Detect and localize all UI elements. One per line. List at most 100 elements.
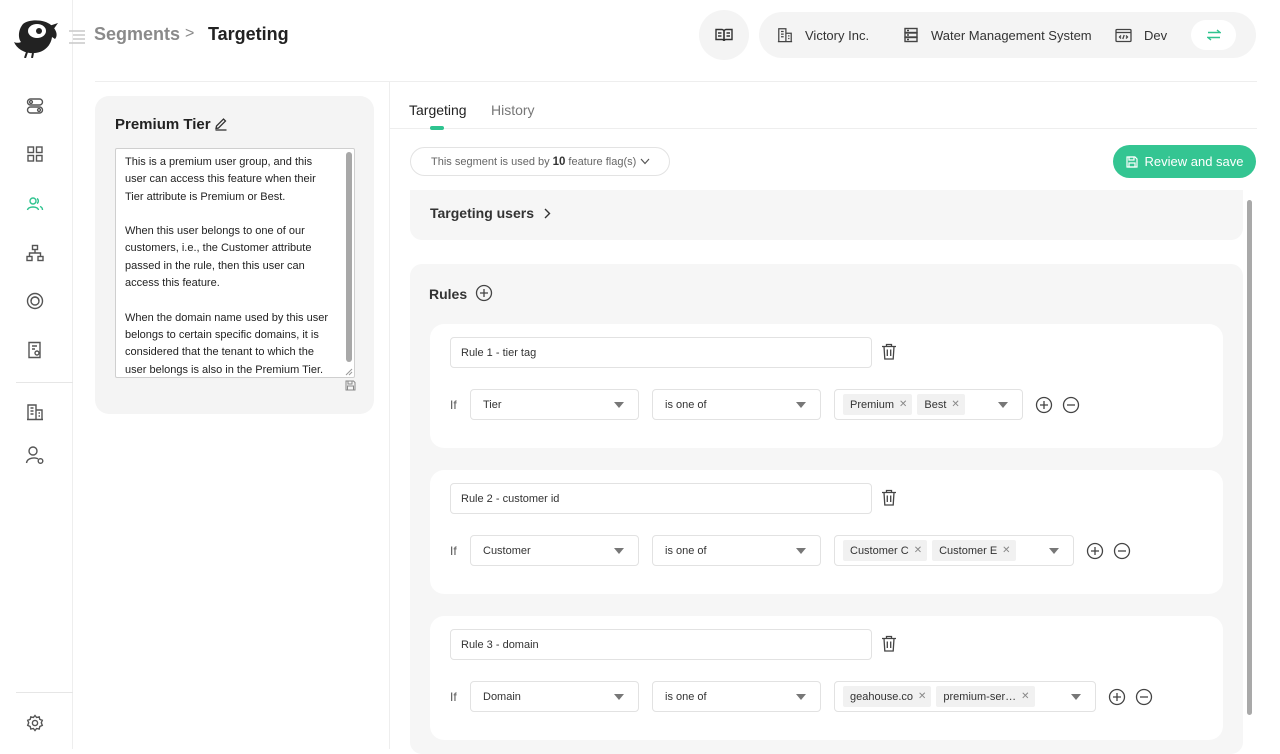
rule-name-input[interactable]: Rule 2 - customer id <box>450 483 872 514</box>
target-icon[interactable] <box>24 290 46 312</box>
caret-down-icon <box>1071 694 1081 700</box>
switch-context-button[interactable] <box>1191 20 1236 50</box>
left-nav-rail <box>0 0 73 749</box>
values-multiselect[interactable]: Premium ✕ Best ✕ <box>834 389 1023 420</box>
users-icon[interactable] <box>24 193 46 215</box>
rule-name-input[interactable]: Rule 3 - domain <box>450 629 872 660</box>
remove-condition-icon[interactable] <box>1062 396 1080 414</box>
values-multiselect[interactable]: Customer C ✕ Customer E ✕ <box>834 535 1074 566</box>
main-scrollbar[interactable] <box>1247 200 1252 715</box>
nav-divider <box>16 382 73 383</box>
project-name: Water Management System <box>931 27 1092 43</box>
value-tag-label: Premium <box>850 398 895 411</box>
project-selector[interactable]: Water Management System <box>903 12 1092 58</box>
add-condition-icon[interactable] <box>1035 396 1053 414</box>
report-icon[interactable] <box>24 339 46 361</box>
database-icon <box>903 27 931 43</box>
targeting-users-section: Targeting users <box>410 190 1243 240</box>
operator-value: is one of <box>665 398 707 411</box>
add-condition-icon[interactable] <box>1086 542 1104 560</box>
caret-down-icon <box>614 402 624 408</box>
value-tag-label: Customer C <box>850 544 909 557</box>
if-label: If <box>450 398 457 412</box>
trash-icon[interactable] <box>881 635 897 652</box>
active-tab-indicator <box>430 126 444 130</box>
if-label: If <box>450 690 457 704</box>
hierarchy-icon[interactable] <box>24 242 46 264</box>
header-divider <box>95 81 1257 82</box>
caret-down-icon <box>796 694 806 700</box>
caret-down-icon <box>796 402 806 408</box>
flag-usage-dropdown[interactable]: This segment is used by 10 feature flag(… <box>410 147 670 176</box>
page-title: Targeting <box>208 24 289 44</box>
menu-collapse-icon[interactable] <box>68 29 86 45</box>
save-icon[interactable] <box>345 380 356 391</box>
review-and-save-button[interactable]: Review and save <box>1113 145 1256 178</box>
rule-name-input[interactable]: Rule 1 - tier tag <box>450 337 872 368</box>
remove-tag-icon[interactable]: ✕ <box>951 399 959 410</box>
caret-down-icon <box>796 548 806 554</box>
attribute-select[interactable]: Tier <box>470 389 639 420</box>
attribute-select[interactable]: Customer <box>470 535 639 566</box>
attribute-value: Domain <box>483 690 521 703</box>
rule-card: Rule 3 - domain If Domain is one of geah… <box>430 616 1223 740</box>
remove-tag-icon[interactable]: ✕ <box>918 691 926 702</box>
docs-button[interactable] <box>699 10 749 60</box>
environment-selector[interactable]: Dev <box>1115 12 1167 58</box>
remove-tag-icon[interactable]: ✕ <box>1002 545 1010 556</box>
organization-selector[interactable]: Victory Inc. <box>777 12 869 58</box>
caret-down-icon <box>1049 548 1059 554</box>
segment-description-text: This is a premium user group, and this u… <box>125 156 329 376</box>
value-tag: Premium ✕ <box>843 394 913 415</box>
add-rule-icon[interactable] <box>475 284 493 302</box>
tab-history[interactable]: History <box>491 102 535 118</box>
remove-condition-icon[interactable] <box>1135 688 1153 706</box>
nav-divider-bottom <box>16 692 73 693</box>
save-icon <box>1125 155 1145 168</box>
top-header: Segments > Targeting Victory Inc. Water … <box>69 0 1280 72</box>
operator-select[interactable]: is one of <box>652 535 821 566</box>
value-tag: Customer E ✕ <box>932 540 1016 561</box>
value-tag-label: Best <box>924 398 947 411</box>
breadcrumb-segments[interactable]: Segments <box>94 24 180 45</box>
operator-select[interactable]: is one of <box>652 681 821 712</box>
user-settings-icon[interactable] <box>24 444 46 466</box>
caret-down-icon <box>998 402 1008 408</box>
value-tag-label: Customer E <box>939 544 998 557</box>
value-tag: Customer C ✕ <box>843 540 928 561</box>
value-tag: geahouse.co ✕ <box>843 686 932 707</box>
remove-tag-icon[interactable]: ✕ <box>899 399 907 410</box>
usage-prefix: This segment is used by <box>431 155 550 168</box>
targeting-users-toggle[interactable]: Targeting users <box>430 205 551 221</box>
remove-tag-icon[interactable]: ✕ <box>1021 691 1029 702</box>
trash-icon[interactable] <box>881 343 897 360</box>
tab-targeting[interactable]: Targeting <box>409 102 467 118</box>
environment-name: Dev <box>1144 27 1168 43</box>
operator-value: is one of <box>665 690 707 703</box>
resize-handle-icon[interactable] <box>345 368 353 376</box>
bird-logo-icon[interactable] <box>13 18 59 58</box>
value-tag-label: geahouse.co <box>850 690 913 703</box>
grid-icon[interactable] <box>24 143 46 165</box>
segment-name: Premium Tier <box>115 116 211 133</box>
toggles-icon[interactable] <box>24 95 46 117</box>
attribute-select[interactable]: Domain <box>470 681 639 712</box>
remove-condition-icon[interactable] <box>1113 542 1131 560</box>
rule-card: Rule 1 - tier tag If Tier is one of Prem… <box>430 324 1223 448</box>
building-icon[interactable] <box>24 401 46 423</box>
panel-divider <box>389 82 390 749</box>
description-scrollbar[interactable] <box>346 152 352 362</box>
usage-suffix: feature flag(s) <box>568 155 637 168</box>
value-tag: premium-ser… ✕ <box>936 686 1035 707</box>
context-switcher: Victory Inc. Water Management System Dev <box>759 12 1256 58</box>
trash-icon[interactable] <box>881 489 897 506</box>
edit-icon[interactable] <box>214 117 228 131</box>
value-tag-label: premium-ser… <box>943 690 1017 703</box>
settings-icon[interactable] <box>24 712 46 734</box>
segment-description-field[interactable]: This is a premium user group, and this u… <box>115 148 355 378</box>
add-condition-icon[interactable] <box>1108 688 1126 706</box>
if-label: If <box>450 544 457 558</box>
values-multiselect[interactable]: geahouse.co ✕ premium-ser… ✕ <box>834 681 1096 712</box>
operator-select[interactable]: is one of <box>652 389 821 420</box>
remove-tag-icon[interactable]: ✕ <box>914 545 922 556</box>
